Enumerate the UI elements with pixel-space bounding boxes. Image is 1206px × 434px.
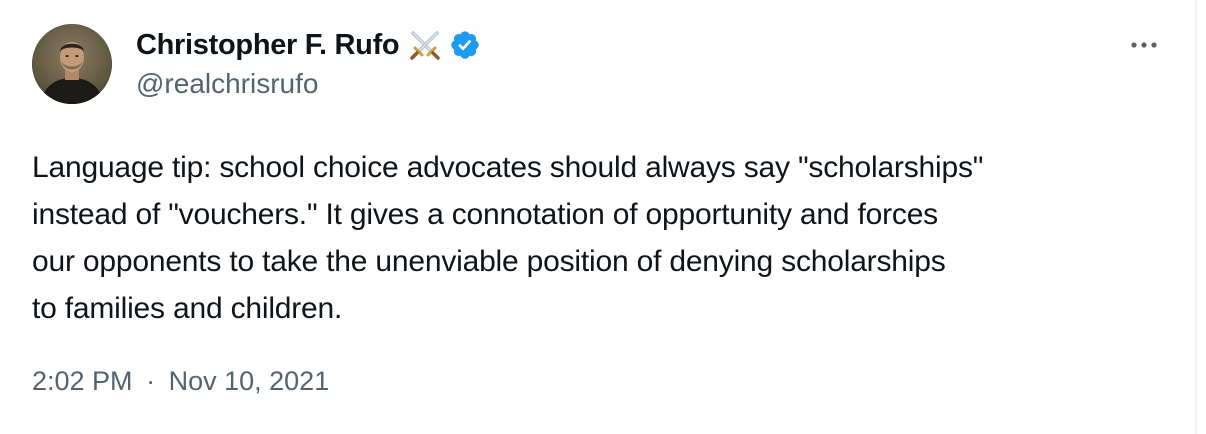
crossed-swords-icon xyxy=(407,27,443,63)
card-divider xyxy=(1195,0,1197,434)
tweet-text: Language tip: school choice advocates sh… xyxy=(32,151,984,325)
verified-badge-icon[interactable] xyxy=(449,29,481,61)
author-handle[interactable]: @realchrisrufo xyxy=(136,68,318,100)
author-display-name[interactable]: Christopher F. Rufo xyxy=(136,29,400,62)
author-name-row: Christopher F. Rufo xyxy=(136,26,481,64)
timestamp-separator: · xyxy=(146,366,156,396)
more-options-button[interactable] xyxy=(1124,30,1164,60)
avatar[interactable] xyxy=(32,24,112,104)
tweet-date[interactable]: Nov 10, 2021 xyxy=(169,366,330,396)
more-dots-icon xyxy=(1131,42,1157,48)
tweet-card: Christopher F. Rufo @realchrisrufo Langu… xyxy=(0,0,1195,434)
tweet-time[interactable]: 2:02 PM xyxy=(32,366,133,396)
avatar-photo xyxy=(32,24,112,104)
tweet-timestamp: 2:02 PM · Nov 10, 2021 xyxy=(32,366,329,397)
